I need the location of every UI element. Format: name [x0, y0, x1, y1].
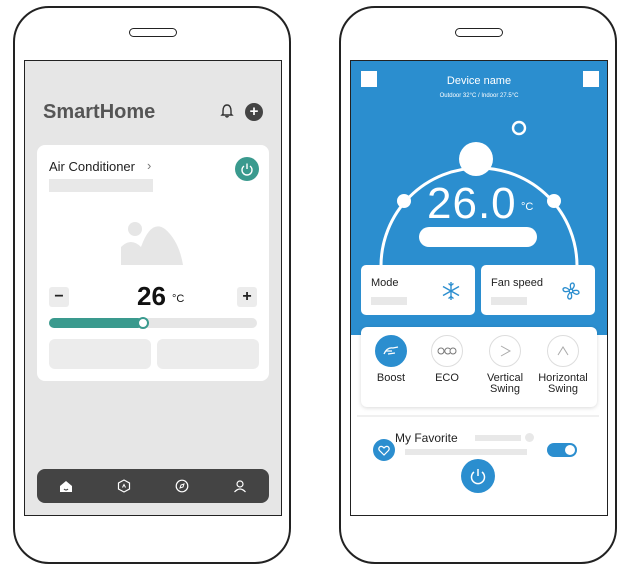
power-icon [241, 163, 253, 176]
mode-card[interactable]: Mode [361, 265, 475, 315]
card-action-button-1[interactable] [49, 339, 151, 369]
dial-indicator [459, 142, 493, 176]
eco-label: ECO [435, 372, 459, 384]
temperature-info-pill [419, 227, 537, 247]
fan-speed-card[interactable]: Fan speed [481, 265, 595, 315]
power-button[interactable] [235, 157, 259, 181]
function-boost[interactable]: Boost [363, 335, 419, 384]
fan-icon [562, 282, 580, 300]
dial-plus-dot[interactable] [547, 194, 561, 208]
heart-icon[interactable] [373, 439, 395, 461]
add-device-button[interactable]: + [245, 103, 263, 121]
temperature-unit: °C [172, 293, 185, 305]
favorite-toggle[interactable] [547, 443, 577, 457]
boost-icon[interactable] [375, 335, 407, 367]
fan-speed-value-placeholder [491, 297, 527, 305]
temperature-value: 26 [137, 281, 166, 311]
horizontal-swing-icon[interactable] [547, 335, 579, 367]
vertical-swing-icon[interactable] [489, 335, 521, 367]
dial-minus-dot[interactable] [397, 194, 411, 208]
home-icon[interactable] [58, 478, 74, 494]
slider-fill [49, 318, 143, 328]
speaker-slot [129, 28, 177, 37]
favorite-label: My Favorite [395, 431, 458, 445]
speaker-slot [455, 28, 503, 37]
device-header-panel: Device name Outdoor 32°C / Indoor 27.5°C… [351, 61, 607, 335]
fan-speed-label: Fan speed [491, 277, 543, 289]
horizontal-swing-label: Horizontal Swing [538, 372, 588, 395]
snowflake-icon [442, 282, 460, 300]
discover-icon[interactable] [174, 478, 190, 494]
decrease-temperature-button[interactable]: − [49, 287, 69, 307]
card-action-button-2[interactable] [157, 339, 259, 369]
set-temperature-unit: °C [521, 201, 534, 213]
power-button[interactable] [461, 459, 495, 493]
vertical-swing-label: Vertical Swing [486, 372, 524, 395]
scenes-icon[interactable] [116, 478, 132, 494]
slider-handle[interactable] [136, 317, 149, 329]
temperature-slider[interactable] [49, 317, 257, 329]
device-card-subtitle-placeholder [49, 179, 153, 192]
image-placeholder-icon [121, 222, 183, 265]
phone-frame-left: SmartHome + Air Conditioner › − 26 °C + [13, 6, 291, 564]
function-vertical-swing[interactable]: Vertical Swing [477, 335, 533, 395]
power-icon [470, 469, 486, 485]
function-eco[interactable]: ECO [419, 335, 475, 384]
bottom-nav [37, 469, 269, 503]
phone-frame-right: Device name Outdoor 32°C / Indoor 27.5°C… [339, 6, 617, 564]
smarthome-screen: SmartHome + Air Conditioner › − 26 °C + [24, 60, 282, 516]
set-temperature: 26.0 [427, 179, 517, 228]
device-temperatures: Outdoor 32°C / Indoor 27.5°C [439, 93, 519, 99]
mode-value-placeholder [371, 297, 407, 305]
functions-card: Boost ECO Vertical Swing Horizontal Swin… [361, 327, 597, 407]
favorite-placeholder-bar [405, 449, 527, 455]
increase-temperature-button[interactable]: + [237, 287, 257, 307]
function-horizontal-swing[interactable]: Horizontal Swing [535, 335, 591, 395]
device-card-title[interactable]: Air Conditioner [49, 159, 135, 174]
eco-icon[interactable] [431, 335, 463, 367]
favorite-placeholder-bar [475, 435, 521, 441]
favorite-card[interactable]: My Favorite [357, 415, 599, 461]
bell-icon[interactable] [220, 103, 234, 119]
device-control-screen: Device name Outdoor 32°C / Indoor 27.5°C… [350, 60, 608, 516]
mode-label: Mode [371, 277, 399, 289]
chevron-right-icon[interactable]: › [147, 158, 151, 173]
device-card[interactable]: Air Conditioner › − 26 °C + [37, 145, 269, 381]
app-title: SmartHome [43, 101, 156, 123]
device-name: Device name [446, 75, 512, 87]
boost-label: Boost [376, 372, 406, 384]
chevron-right-icon[interactable] [525, 433, 534, 442]
toggle-knob [565, 445, 575, 455]
profile-icon[interactable] [232, 478, 248, 494]
